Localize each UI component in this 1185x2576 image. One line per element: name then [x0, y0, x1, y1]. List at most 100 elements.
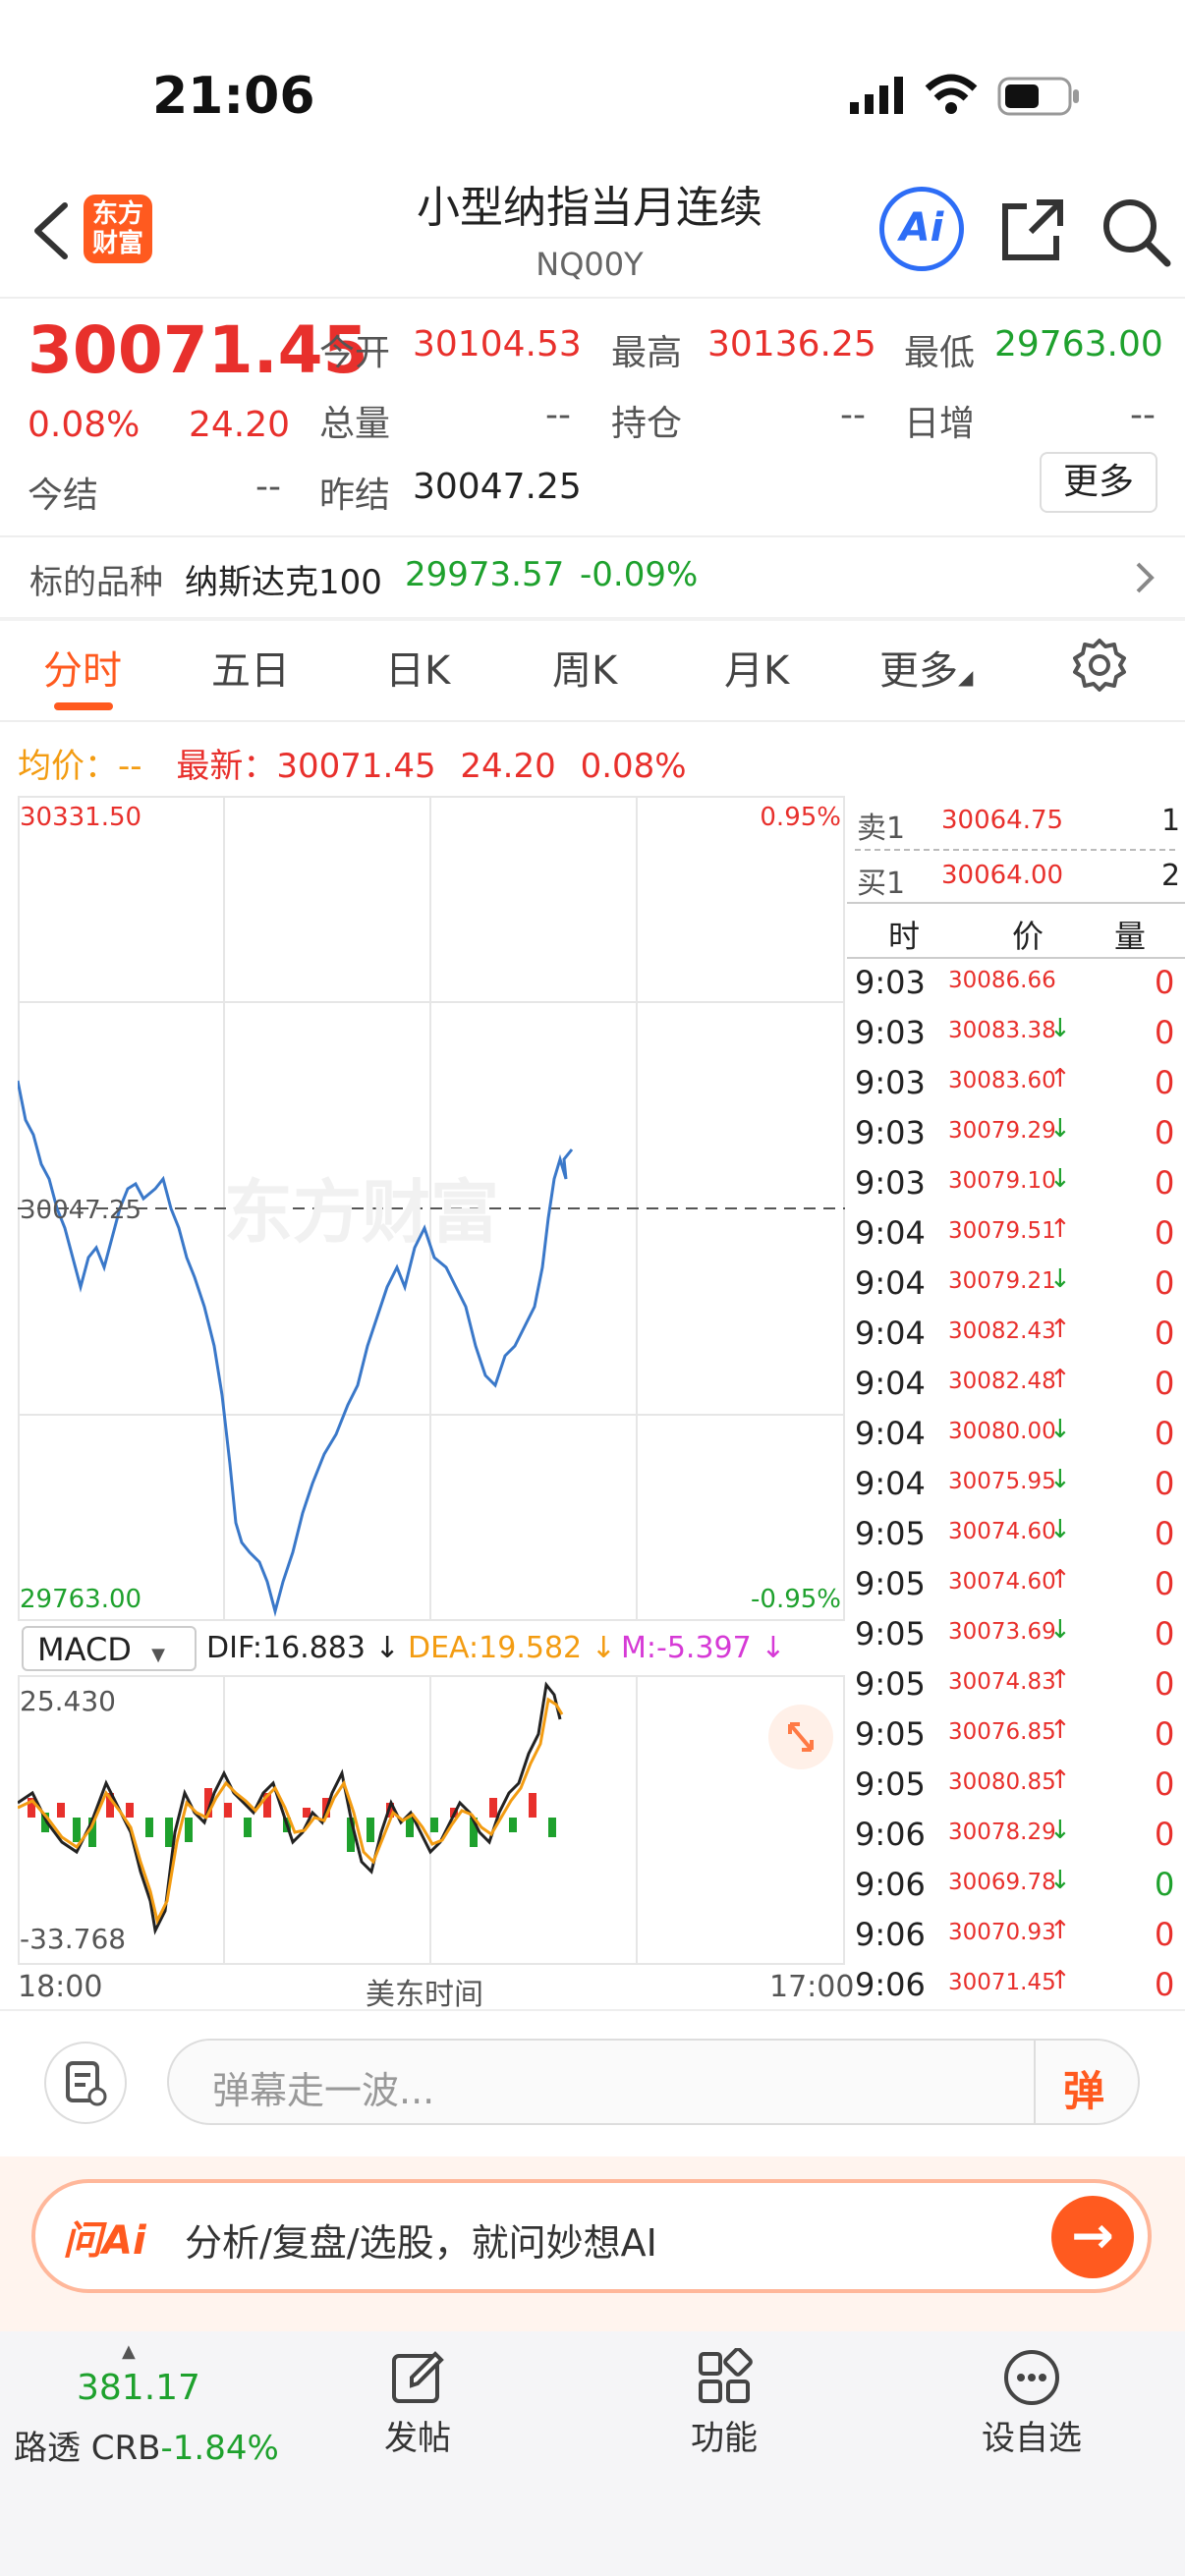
- fullscreen-icon[interactable]: [768, 1705, 833, 1769]
- tick-price: 30083.60: [948, 1068, 1056, 1093]
- settings-icon[interactable]: [1071, 637, 1128, 698]
- tick-dir: ↑: [1049, 1214, 1071, 1244]
- nav-functions-label: 功能: [691, 2419, 758, 2458]
- more-quote-button[interactable]: 更多: [1040, 452, 1157, 513]
- nav-functions[interactable]: 功能: [660, 2347, 788, 2459]
- share-icon[interactable]: [997, 195, 1068, 269]
- tab-monthly-k[interactable]: 月K: [724, 639, 789, 696]
- tick-qty: 0: [1155, 1665, 1175, 1703]
- tick-qty: 0: [1155, 1264, 1175, 1302]
- tick-dir: ↓: [1049, 1866, 1071, 1895]
- tab-intraday[interactable]: 分时: [43, 639, 122, 696]
- tick-time: 9:03: [855, 964, 926, 1001]
- comment-settings-icon[interactable]: [44, 2042, 127, 2124]
- ticker-name: 路透 CRB: [14, 2429, 161, 2468]
- tick-price: 30079.51: [948, 1218, 1056, 1244]
- low-label: 最低: [904, 333, 976, 373]
- tick-row: 9:05 30080.85 ↑ 0: [855, 1760, 1185, 1810]
- tabs-divider: [0, 720, 1185, 722]
- header-divider: [0, 297, 1185, 299]
- tick-qty: 0: [1155, 1365, 1175, 1402]
- tick-time: 9:05: [855, 1765, 926, 1803]
- tick-qty: 0: [1155, 1064, 1175, 1101]
- tab-daily-k[interactable]: 日K: [385, 639, 450, 696]
- bid-qty: 2: [1161, 859, 1181, 893]
- tab-more[interactable]: 更多◢: [879, 639, 973, 696]
- underlying-row[interactable]: 标的品种 纳斯达克100 29973.57 -0.09%: [0, 538, 1185, 617]
- tick-price: 30079.29: [948, 1118, 1056, 1144]
- bid-label: 买1: [857, 867, 906, 901]
- tick-time: 9:03: [855, 1114, 926, 1151]
- tick-dir: ↑: [1049, 1715, 1071, 1745]
- tab-more-label: 更多: [879, 648, 958, 694]
- tick-time: 9:05: [855, 1565, 926, 1602]
- tick-row: 9:04 30082.48 ↑ 0: [855, 1359, 1185, 1409]
- high-label: 最高: [611, 333, 683, 373]
- tab-weekly-k[interactable]: 周K: [552, 639, 617, 696]
- col-time: 时: [888, 918, 921, 955]
- page-title: 小型纳指当月连续: [417, 183, 762, 233]
- last-price: 30071.45: [28, 312, 368, 388]
- tab-five-day[interactable]: 五日: [211, 639, 290, 696]
- comment-placeholder: 弹幕走一波...: [212, 2069, 435, 2112]
- signal-icon: [850, 77, 909, 120]
- macd-m: M:-5.397 ↓: [621, 1631, 786, 1665]
- high-value: 30136.25: [707, 324, 876, 364]
- tick-qty: 0: [1155, 1816, 1175, 1853]
- latest-label: 最新：: [176, 747, 277, 786]
- tick-row: 9:03 30079.29 ↓ 0: [855, 1108, 1185, 1158]
- tick-price: 30086.66: [948, 968, 1056, 993]
- macd-dif: DIF:16.883 ↓: [206, 1631, 400, 1665]
- tick-price: 30082.48: [948, 1369, 1056, 1394]
- tick-price: 30074.60: [948, 1569, 1056, 1595]
- ai-button[interactable]: Ai: [879, 187, 964, 271]
- tick-dir: ↓: [1049, 1615, 1071, 1645]
- x-axis-start: 18:00: [18, 1970, 103, 2004]
- tick-time: 9:04: [855, 1214, 926, 1252]
- tick-row: 9:03 30079.10 ↓ 0: [855, 1158, 1185, 1208]
- macd-selector[interactable]: MACD ▼: [22, 1626, 197, 1671]
- ai-assistant-bar[interactable]: 问Ai 分析/复盘/选股，就问妙想AI: [31, 2179, 1152, 2293]
- price-line: [18, 1080, 574, 1617]
- nav-post[interactable]: 发帖: [354, 2348, 481, 2459]
- tick-row: 9:03 30086.66 0: [855, 958, 1185, 1008]
- back-icon[interactable]: [22, 192, 81, 270]
- axis-top-price: 30331.50: [20, 803, 141, 832]
- tick-price: 30074.60: [948, 1519, 1056, 1544]
- tick-row: 9:06 30070.93 ↑ 0: [855, 1910, 1185, 1960]
- nav-add-watchlist[interactable]: 设自选: [968, 2348, 1096, 2459]
- open-value: 30104.53: [413, 324, 582, 364]
- ticker-change: -1.84%: [160, 2429, 279, 2468]
- tick-header: 时 价 量: [847, 902, 1185, 959]
- tick-price: 30071.45: [948, 1970, 1056, 1995]
- macd-dea: DEA:19.582 ↓: [408, 1631, 616, 1665]
- tick-row: 9:06 30069.78 ↓ 0: [855, 1860, 1185, 1910]
- wifi-icon: [924, 73, 979, 120]
- danmu-toggle[interactable]: 弹: [1063, 2058, 1104, 2118]
- open-label: 今开: [319, 333, 391, 373]
- search-icon[interactable]: [1099, 195, 1173, 273]
- arrow-right-icon[interactable]: →: [1051, 2196, 1134, 2278]
- tick-time: 9:05: [855, 1665, 926, 1703]
- status-time: 21:06: [152, 67, 315, 126]
- quote-divider: [0, 535, 1185, 537]
- app-logo: 东方 财富: [84, 195, 152, 263]
- comment-input[interactable]: 弹幕走一波... 弹: [167, 2039, 1140, 2125]
- tick-dir: ↓: [1049, 1264, 1071, 1294]
- oi-label: 持仓: [611, 404, 683, 444]
- chart-bottom-divider: [0, 2009, 1185, 2011]
- tick-time: 9:04: [855, 1415, 926, 1452]
- tick-time: 9:03: [855, 1064, 926, 1101]
- tick-row: 9:03 30083.38 ↓ 0: [855, 1008, 1185, 1058]
- ticker-widget[interactable]: 路透 CRB-1.84%: [14, 2421, 279, 2469]
- tick-dir: ↑: [1049, 1064, 1071, 1093]
- bid-price: 30064.00: [941, 861, 1064, 890]
- tick-qty: 0: [1155, 1164, 1175, 1202]
- tick-dir: ↓: [1049, 1816, 1071, 1845]
- ask-qty: 1: [1161, 804, 1181, 838]
- ask-row: 卖1 30064.75 1: [855, 798, 1185, 849]
- tick-qty: 0: [1155, 1916, 1175, 1953]
- info-line: 均价：-- 最新：30071.45 24.20 0.08%: [18, 739, 687, 787]
- tick-qty: 0: [1155, 964, 1175, 1001]
- tab-active-indicator: [54, 702, 113, 710]
